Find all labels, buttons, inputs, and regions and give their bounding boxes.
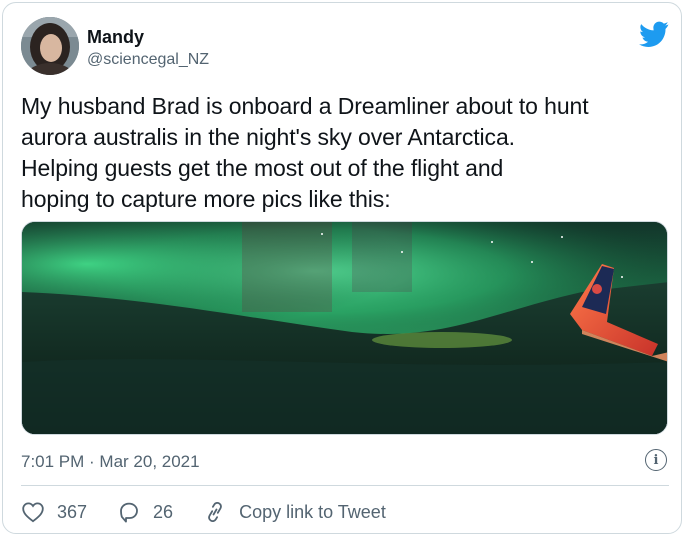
- tweet-timestamp[interactable]: 7:01 PM · Mar 20, 2021: [21, 452, 200, 472]
- twitter-bird-icon[interactable]: [639, 21, 669, 47]
- tweet-text-line: Helping guests get the most out of the f…: [21, 155, 504, 181]
- heart-icon: [22, 502, 44, 523]
- copy-link-button[interactable]: Copy link to Tweet: [203, 501, 386, 523]
- info-icon[interactable]: i: [645, 449, 667, 471]
- link-icon: [208, 502, 222, 522]
- tweet-text-line: aurora australis in the night's sky over…: [21, 124, 515, 150]
- action-bar: 367 26 Copy link to Tweet: [21, 497, 416, 527]
- reply-button[interactable]: 26: [117, 501, 173, 523]
- tweet-text: My husband Brad is onboard a Dreamliner …: [21, 91, 673, 215]
- user-display-name[interactable]: Mandy: [87, 27, 144, 48]
- aurora-photo[interactable]: [21, 221, 668, 435]
- divider: [21, 485, 669, 486]
- tweet-card: Mandy @sciencegal_NZ My husband Brad is …: [2, 2, 682, 534]
- tweet-text-line: hoping to capture more pics like this:: [21, 186, 391, 212]
- tweet-text-line: My husband Brad is onboard a Dreamliner …: [21, 93, 589, 119]
- like-button[interactable]: 367: [21, 501, 87, 523]
- copy-link-label: Copy link to Tweet: [239, 501, 386, 522]
- user-handle[interactable]: @sciencegal_NZ: [87, 51, 209, 69]
- avatar[interactable]: [21, 17, 79, 75]
- reply-count: 26: [153, 501, 174, 522]
- reply-icon: [120, 502, 138, 523]
- like-count: 367: [57, 501, 88, 522]
